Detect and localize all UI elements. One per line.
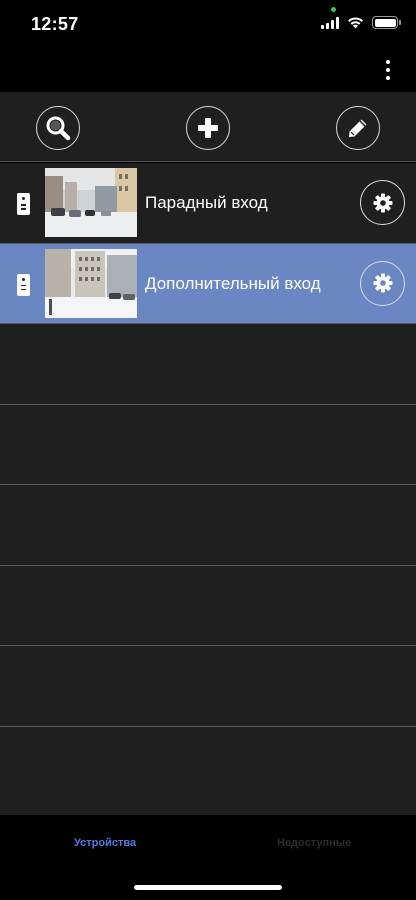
- device-label: Парадный вход: [145, 193, 268, 212]
- device-settings-button[interactable]: [360, 260, 405, 306]
- empty-row: [0, 324, 416, 405]
- more-vertical-icon: [386, 60, 390, 64]
- intercom-icon: [17, 193, 30, 215]
- device-row-selected[interactable]: Дополнительный вход: [0, 243, 416, 324]
- tab-devices[interactable]: Устройства: [74, 837, 136, 849]
- status-icons: [321, 16, 401, 29]
- search-button[interactable]: [36, 106, 80, 150]
- status-bar: 12:57: [0, 0, 416, 48]
- tab-unavailable[interactable]: Недоступные: [277, 837, 351, 849]
- home-indicator[interactable]: [134, 885, 282, 890]
- camera-preview-image: [45, 248, 137, 318]
- empty-row: [0, 485, 416, 566]
- tab-bar: Устройства Недоступные: [0, 815, 416, 900]
- edit-button[interactable]: [336, 106, 380, 150]
- empty-row: [0, 646, 416, 727]
- intercom-icon: [17, 273, 30, 296]
- add-button[interactable]: [186, 106, 230, 150]
- top-bar: [0, 48, 416, 92]
- plus-icon: [198, 118, 218, 138]
- pencil-icon: [349, 119, 367, 137]
- toolbar: [0, 92, 416, 162]
- battery-icon: [372, 16, 401, 29]
- empty-row: [0, 566, 416, 646]
- status-time: 12:57: [31, 14, 79, 34]
- camera-preview-image: [45, 168, 137, 237]
- device-row[interactable]: Парадный вход: [0, 163, 416, 244]
- device-list: Парадный вход Дополнительный вход: [0, 163, 416, 815]
- device-settings-button[interactable]: [360, 180, 405, 225]
- magnifier-icon: [46, 116, 71, 141]
- more-menu-button[interactable]: [380, 56, 396, 84]
- gear-icon: [373, 193, 392, 212]
- gear-icon: [373, 273, 392, 293]
- cellular-signal-icon: [321, 16, 339, 29]
- wifi-icon: [348, 17, 363, 29]
- empty-row: [0, 727, 416, 808]
- empty-row: [0, 405, 416, 485]
- privacy-indicator: [331, 7, 336, 12]
- device-label: Дополнительный вход: [145, 273, 321, 293]
